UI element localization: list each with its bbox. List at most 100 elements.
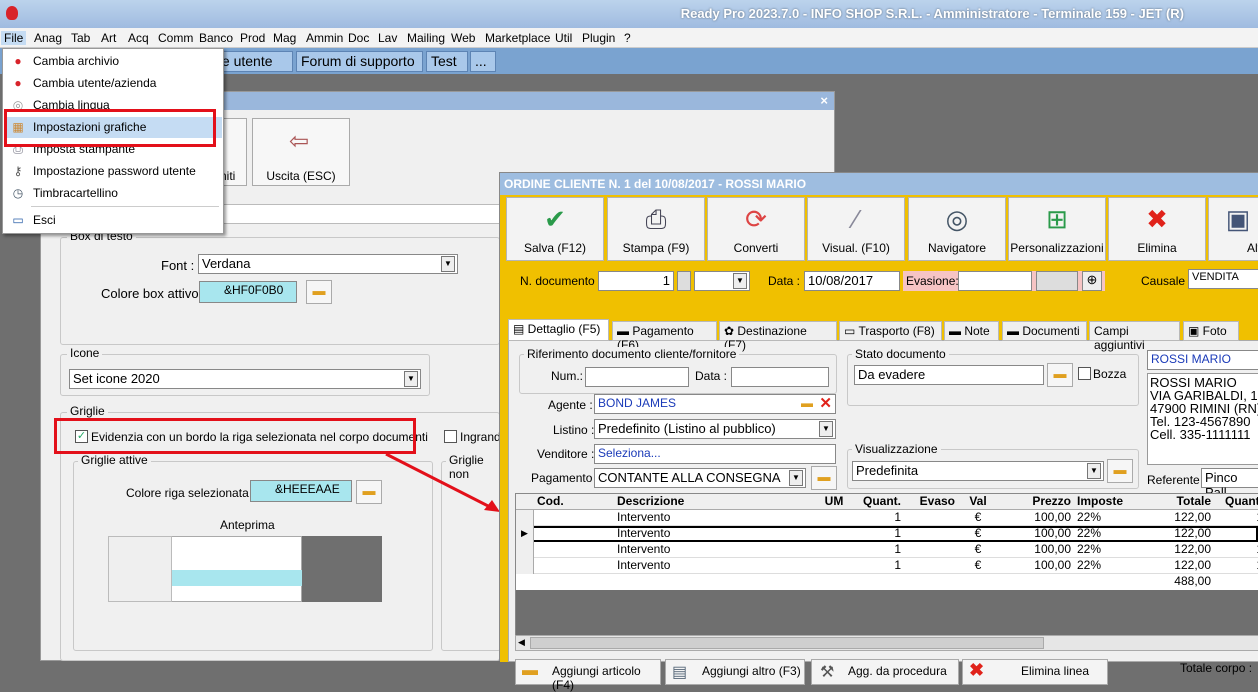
menu-doc[interactable]: Doc <box>348 31 369 45</box>
delete-button[interactable]: ✖ Elimina <box>1108 197 1206 261</box>
tab-detail[interactable]: ▤ Dettaglio (F5) <box>508 319 609 341</box>
folder-icon[interactable]: ▬ <box>811 466 837 490</box>
row-selector[interactable] <box>516 510 534 526</box>
venditore-input[interactable]: Seleziona... <box>594 444 836 464</box>
navigator-button[interactable]: ◎ Navigatore <box>908 197 1006 261</box>
scroll-thumb[interactable] <box>530 637 1044 649</box>
clear-icon[interactable]: ✕ <box>819 394 832 412</box>
add-article-button[interactable]: ▬ Aggiungi articolo (F4) <box>515 659 661 692</box>
referente-input[interactable]: Pinco Pall <box>1201 468 1258 500</box>
folder-icon[interactable]: ▬ <box>801 396 813 410</box>
menu-plugin[interactable]: Plugin <box>582 31 615 45</box>
chevron-down-icon[interactable]: ▼ <box>441 256 455 272</box>
customize-button[interactable]: ⊞ Personalizzazioni <box>1008 197 1106 261</box>
customer-name[interactable]: ROSSI MARIO <box>1147 350 1258 370</box>
menu-tab[interactable]: Tab <box>71 31 90 45</box>
grid-header-cell[interactable]: Quant. <box>853 494 901 510</box>
menu-prod[interactable]: Prod <box>240 31 265 45</box>
row-selector[interactable] <box>516 558 534 574</box>
menu-anag[interactable]: Anag <box>34 31 62 45</box>
folder-icon[interactable]: ▬ <box>1107 459 1133 483</box>
convert-button[interactable]: ⟳ Converti <box>707 197 805 261</box>
save-button[interactable]: ✔ Salva (F12) <box>506 197 604 261</box>
chevron-down-icon[interactable]: ▼ <box>819 421 833 437</box>
date-input[interactable]: 10/08/2017 <box>804 271 900 291</box>
icon-set-select[interactable]: Set icone 2020 ▼ <box>69 369 421 389</box>
exit-button[interactable]: ⇦ Uscita (ESC) <box>252 118 350 186</box>
file-menu-item-5[interactable]: ⚷ Impostazione password utente <box>4 161 222 182</box>
horizontal-scrollbar[interactable]: ◀ <box>515 635 1258 651</box>
menu-comm[interactable]: Comm <box>158 31 193 45</box>
menu-file[interactable]: File <box>1 31 27 45</box>
menu-web[interactable]: Web <box>451 31 475 45</box>
listino-select[interactable]: Predefinito (Listino al pubblico) ▼ <box>594 419 836 439</box>
menu-mag[interactable]: Mag <box>273 31 296 45</box>
grid-header-cell[interactable]: Prezzo <box>1001 494 1071 510</box>
grid-header-cell[interactable]: Quant. <box>1217 494 1258 510</box>
grid-header-cell[interactable]: Evaso <box>907 494 955 510</box>
chevron-down-icon[interactable]: ▼ <box>404 371 418 387</box>
grid-header-cell[interactable]: Val <box>961 494 995 510</box>
grid-header-cell[interactable]: UM <box>821 494 847 510</box>
view-button[interactable]: ⁄ Visual. (F10) <box>807 197 905 261</box>
tab-support-forum[interactable]: Forum di supporto <box>296 51 423 72</box>
chevron-down-icon[interactable]: ▼ <box>1087 463 1101 479</box>
view-select[interactable]: Predefinita ▼ <box>852 461 1104 481</box>
add-from-procedure-button[interactable]: ⚒ Agg. da procedura <box>811 659 959 685</box>
menu-marketplace[interactable]: Marketplace <box>485 31 550 45</box>
menu-acq[interactable]: Acq <box>128 31 149 45</box>
tab-extra-fields[interactable]: Campi aggiuntivi <box>1089 321 1180 352</box>
file-menu-item-1[interactable]: ● Cambia utente/azienda <box>4 73 222 94</box>
enlarge-checkbox[interactable] <box>444 430 457 443</box>
menu-lav[interactable]: Lav <box>378 31 397 45</box>
file-menu-item-6[interactable]: ◷ Timbracartellino <box>4 183 222 204</box>
state-input[interactable]: Da evadere <box>854 365 1044 385</box>
menu-art[interactable]: Art <box>101 31 116 45</box>
chevron-down-icon[interactable]: ▼ <box>733 273 747 289</box>
file-menu-item-7[interactable]: ▭ Esci <box>4 210 222 231</box>
menu-q[interactable]: ? <box>624 31 631 45</box>
other-button[interactable]: ▣ Alt <box>1208 197 1258 261</box>
grid-header-cell[interactable]: Imposte <box>1077 494 1135 510</box>
doc-number-input[interactable]: 1 <box>598 271 674 291</box>
doc-number-spin[interactable] <box>677 271 691 291</box>
row-color-input[interactable]: &HEEEAAE <box>250 480 352 502</box>
grid-header-cell[interactable]: Cod. <box>537 494 613 510</box>
font-select[interactable]: Verdana ▼ <box>198 254 458 274</box>
menu-util[interactable]: Util <box>555 31 572 45</box>
menu-mailing[interactable]: Mailing <box>407 31 445 45</box>
tab-more[interactable]: ... <box>470 51 496 72</box>
folder-icon[interactable]: ▬ <box>356 480 382 504</box>
chevron-down-icon[interactable]: ▼ <box>789 470 803 486</box>
add-other-button[interactable]: ▤ Aggiungi altro (F3) <box>665 659 805 685</box>
row-selector[interactable]: ▶ <box>516 526 534 542</box>
evasione-input[interactable] <box>958 271 1032 291</box>
order-lines-grid[interactable]: Cod. Descrizione UM Quant. Evaso Val Prezzo Imp… <box>515 493 1258 638</box>
grid-header-cell[interactable]: Descrizione <box>617 494 815 510</box>
pagamento-select[interactable]: CONTANTE ALLA CONSEGNA ▼ <box>594 468 806 488</box>
causale-input[interactable]: VENDITA <box>1188 269 1258 289</box>
ref-date-input[interactable] <box>731 367 829 387</box>
tab-payment[interactable]: ▬ Pagamento (F6) <box>612 321 717 352</box>
doc-series-select[interactable]: ▼ <box>694 271 750 291</box>
close-icon[interactable]: × <box>820 93 828 108</box>
grid-header-cell[interactable]: Totale <box>1141 494 1211 510</box>
tab-transport[interactable]: ▭ Trasporto (F8) <box>839 321 942 341</box>
folder-icon[interactable]: ▬ <box>1047 363 1073 387</box>
scroll-left-icon[interactable]: ◀ <box>518 637 525 648</box>
tab-documents[interactable]: ▬ Documenti <box>1002 321 1087 341</box>
tab-test[interactable]: Test <box>426 51 468 72</box>
tab-notes[interactable]: ▬ Note <box>944 321 999 341</box>
print-button[interactable]: ⎙ Stampa (F9) <box>607 197 705 261</box>
evasione-input-2[interactable] <box>1036 271 1078 291</box>
zoom-icon[interactable]: ⊕ <box>1082 271 1102 291</box>
tab-destination[interactable]: ✿ Destinazione (F7) <box>719 321 837 352</box>
agente-input[interactable]: BOND JAMES ▬ ✕ <box>594 394 836 414</box>
num-input[interactable] <box>585 367 689 387</box>
menu-ammin[interactable]: Ammin <box>306 31 343 45</box>
delete-line-button[interactable]: ✖ Elimina linea <box>962 659 1108 685</box>
folder-icon[interactable]: ▬ <box>306 280 332 304</box>
row-selector[interactable] <box>516 542 534 558</box>
active-color-input[interactable]: &HF0F0B0 <box>199 281 297 303</box>
menu-banco[interactable]: Banco <box>199 31 233 45</box>
